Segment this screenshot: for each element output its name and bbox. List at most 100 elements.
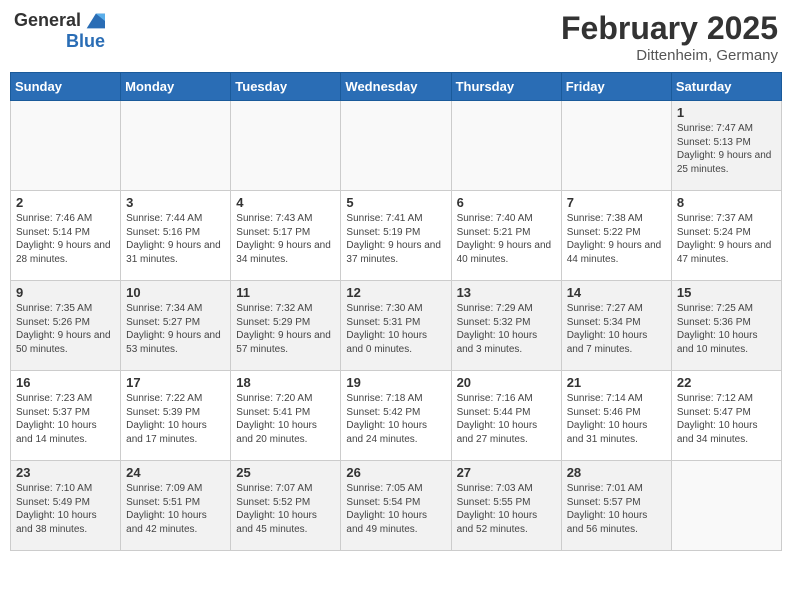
day-number: 24 [126, 465, 225, 480]
day-number: 21 [567, 375, 666, 390]
calendar-cell: 27Sunrise: 7:03 AM Sunset: 5:55 PM Dayli… [451, 461, 561, 551]
day-info: Sunrise: 7:43 AM Sunset: 5:17 PM Dayligh… [236, 212, 335, 266]
day-number: 19 [346, 375, 445, 390]
day-number: 13 [457, 285, 556, 300]
calendar-cell: 20 Sunrise: 7:16 AM Sunset: 5:44 PM Dayli… [451, 371, 561, 461]
day-number: 17 [126, 375, 225, 390]
calendar-week-row: 1 Sunrise: 7:47 AM Sunset: 5:13 PM Daylig… [11, 101, 782, 191]
day-number: 11 [236, 285, 335, 300]
calendar-cell: 5 Sunrise: 7:41 AM Sunset: 5:19 PM Daylig… [341, 191, 451, 281]
day-info: Sunrise: 7:10 AM Sunset: 5:49 PM Dayligh… [16, 482, 115, 536]
day-number: 16 [16, 375, 115, 390]
day-number: 2 [16, 195, 115, 210]
day-number: 25 [236, 465, 335, 480]
calendar-cell: 1 Sunrise: 7:47 AM Sunset: 5:13 PM Daylig… [671, 101, 781, 191]
day-number: 3 [126, 195, 225, 210]
day-info: Sunrise: 7:46 AM Sunset: 5:14 PM Dayligh… [16, 212, 115, 266]
day-number: 22 [677, 375, 776, 390]
calendar-cell [561, 101, 671, 191]
calendar-cell: 15Sunrise: 7:25 AM Sunset: 5:36 PM Dayli… [671, 281, 781, 371]
calendar-cell: 18 Sunrise: 7:20 AM Sunset: 5:41 PM Dayli… [231, 371, 341, 461]
day-number: 9 [16, 285, 115, 300]
day-number: 28 [567, 465, 666, 480]
calendar-cell: 6 Sunrise: 7:40 AM Sunset: 5:21 PM Daylig… [451, 191, 561, 281]
calendar-week-row: 23 Sunrise: 7:10 AM Sunset: 5:49 PM Dayli… [11, 461, 782, 551]
calendar-cell [11, 101, 121, 191]
calendar-week-row: 16 Sunrise: 7:23 AM Sunset: 5:37 PM Dayli… [11, 371, 782, 461]
calendar-cell: 17Sunrise: 7:22 AM Sunset: 5:39 PM Dayli… [121, 371, 231, 461]
day-number: 1 [677, 105, 776, 120]
calendar-cell: 14 Sunrise: 7:27 AM Sunset: 5:34 PM Dayli… [561, 281, 671, 371]
calendar-cell: 12 Sunrise: 7:30 AM Sunset: 5:31 PM Dayli… [341, 281, 451, 371]
day-number: 20 [457, 375, 556, 390]
logo: General Blue [14, 10, 105, 52]
calendar-cell [671, 461, 781, 551]
logo-general-text: General [14, 11, 81, 31]
day-number: 5 [346, 195, 445, 210]
calendar-cell: 10 Sunrise: 7:34 AM Sunset: 5:27 PM Dayli… [121, 281, 231, 371]
calendar-cell: 9 Sunrise: 7:35 AM Sunset: 5:26 PM Daylig… [11, 281, 121, 371]
day-info: Sunrise: 7:05 AM Sunset: 5:54 PM Dayligh… [346, 482, 445, 536]
day-info: Sunrise: 7:40 AM Sunset: 5:21 PM Dayligh… [457, 212, 556, 266]
calendar-cell [121, 101, 231, 191]
day-info: Sunrise: 7:16 AM Sunset: 5:44 PM Dayligh… [457, 392, 556, 446]
day-info: Sunrise: 7:30 AM Sunset: 5:31 PM Dayligh… [346, 302, 445, 356]
day-info: Sunrise: 7:41 AM Sunset: 5:19 PM Dayligh… [346, 212, 445, 266]
day-info: Sunrise: 7:38 AM Sunset: 5:22 PM Dayligh… [567, 212, 666, 266]
logo-icon [83, 10, 105, 32]
day-info: Sunrise: 7:37 AM Sunset: 5:24 PM Dayligh… [677, 212, 776, 266]
calendar-cell [341, 101, 451, 191]
day-number: 6 [457, 195, 556, 210]
day-number: 12 [346, 285, 445, 300]
calendar-cell: 23 Sunrise: 7:10 AM Sunset: 5:49 PM Dayli… [11, 461, 121, 551]
day-info: Sunrise: 7:44 AM Sunset: 5:16 PM Dayligh… [126, 212, 225, 266]
calendar-cell: 3 Sunrise: 7:44 AM Sunset: 5:16 PM Daylig… [121, 191, 231, 281]
calendar-cell: 16 Sunrise: 7:23 AM Sunset: 5:37 PM Dayli… [11, 371, 121, 461]
calendar-week-row: 2 Sunrise: 7:46 AM Sunset: 5:14 PM Daylig… [11, 191, 782, 281]
day-info: Sunrise: 7:29 AM Sunset: 5:32 PM Dayligh… [457, 302, 556, 356]
calendar-cell: 8 Sunrise: 7:37 AM Sunset: 5:24 PM Daylig… [671, 191, 781, 281]
month-year-title: February 2025 [561, 10, 778, 47]
day-number: 8 [677, 195, 776, 210]
calendar-cell: 19Sunrise: 7:18 AM Sunset: 5:42 PM Dayli… [341, 371, 451, 461]
day-info: Sunrise: 7:09 AM Sunset: 5:51 PM Dayligh… [126, 482, 225, 536]
page-header: General Blue February 2025 Dittenheim, G… [10, 10, 782, 64]
calendar-cell: 24 Sunrise: 7:09 AM Sunset: 5:51 PM Dayli… [121, 461, 231, 551]
calendar-cell: 7 Sunrise: 7:38 AM Sunset: 5:22 PM Daylig… [561, 191, 671, 281]
day-info: Sunrise: 7:27 AM Sunset: 5:34 PM Dayligh… [567, 302, 666, 356]
calendar-header-monday: Monday [121, 73, 231, 101]
calendar-cell: 4 Sunrise: 7:43 AM Sunset: 5:17 PM Daylig… [231, 191, 341, 281]
day-info: Sunrise: 7:20 AM Sunset: 5:41 PM Dayligh… [236, 392, 335, 446]
title-block: February 2025 Dittenheim, Germany [561, 10, 778, 64]
calendar-cell: 28 Sunrise: 7:01 AM Sunset: 5:57 PM Dayli… [561, 461, 671, 551]
day-info: Sunrise: 7:47 AM Sunset: 5:13 PM Dayligh… [677, 122, 776, 176]
calendar-cell: 2 Sunrise: 7:46 AM Sunset: 5:14 PM Daylig… [11, 191, 121, 281]
calendar-header-sunday: Sunday [11, 73, 121, 101]
calendar-cell: 26 Sunrise: 7:05 AM Sunset: 5:54 PM Dayli… [341, 461, 451, 551]
day-number: 7 [567, 195, 666, 210]
day-info: Sunrise: 7:12 AM Sunset: 5:47 PM Dayligh… [677, 392, 776, 446]
day-number: 14 [567, 285, 666, 300]
calendar-cell: 25 Sunrise: 7:07 AM Sunset: 5:52 PM Dayli… [231, 461, 341, 551]
day-info: Sunrise: 7:07 AM Sunset: 5:52 PM Dayligh… [236, 482, 335, 536]
day-number: 26 [346, 465, 445, 480]
calendar-cell: 21Sunrise: 7:14 AM Sunset: 5:46 PM Dayli… [561, 371, 671, 461]
calendar-cell: 22 Sunrise: 7:12 AM Sunset: 5:47 PM Dayli… [671, 371, 781, 461]
day-info: Sunrise: 7:32 AM Sunset: 5:29 PM Dayligh… [236, 302, 335, 356]
day-number: 10 [126, 285, 225, 300]
day-number: 18 [236, 375, 335, 390]
day-number: 4 [236, 195, 335, 210]
calendar-header-thursday: Thursday [451, 73, 561, 101]
calendar-cell: 13 Sunrise: 7:29 AM Sunset: 5:32 PM Dayli… [451, 281, 561, 371]
calendar-cell [231, 101, 341, 191]
calendar-header-row: SundayMondayTuesdayWednesdayThursdayFrid… [11, 73, 782, 101]
calendar-header-wednesday: Wednesday [341, 73, 451, 101]
calendar-week-row: 9 Sunrise: 7:35 AM Sunset: 5:26 PM Daylig… [11, 281, 782, 371]
day-info: Sunrise: 7:23 AM Sunset: 5:37 PM Dayligh… [16, 392, 115, 446]
logo-blue-text: Blue [66, 32, 105, 52]
day-info: Sunrise: 7:34 AM Sunset: 5:27 PM Dayligh… [126, 302, 225, 356]
day-info: Sunrise: 7:01 AM Sunset: 5:57 PM Dayligh… [567, 482, 666, 536]
day-number: 23 [16, 465, 115, 480]
calendar-cell: 11 Sunrise: 7:32 AM Sunset: 5:29 PM Dayli… [231, 281, 341, 371]
day-info: Sunrise: 7:35 AM Sunset: 5:26 PM Dayligh… [16, 302, 115, 356]
